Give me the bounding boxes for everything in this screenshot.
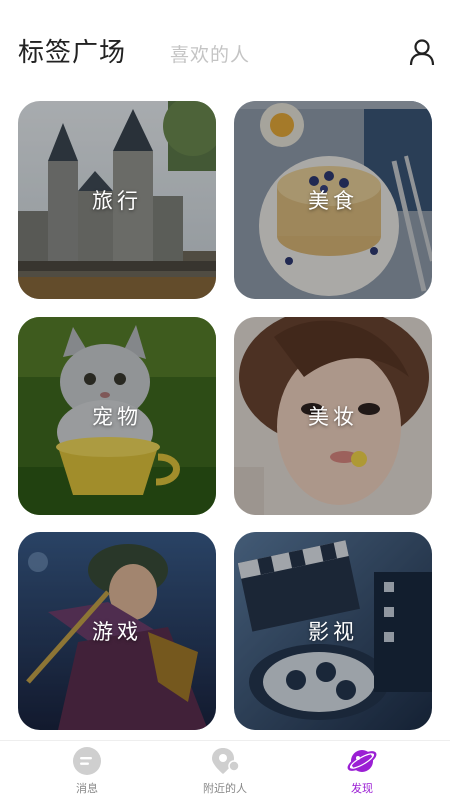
nav-item-messages[interactable]: 消息	[12, 741, 162, 799]
category-card-makeup[interactable]: 美妆	[234, 317, 432, 515]
message-icon	[73, 747, 101, 775]
category-label-food: 美食	[308, 189, 358, 213]
nav-label-messages: 消息	[76, 782, 98, 795]
category-card-game[interactable]: 游戏	[18, 532, 216, 730]
category-card-food[interactable]: 美食	[234, 101, 432, 299]
nav-item-discover[interactable]: 发现	[287, 741, 437, 799]
nav-label-nearby: 附近的人	[203, 782, 247, 795]
category-label-makeup: 美妆	[308, 405, 358, 429]
category-label-pet: 宠物	[92, 405, 142, 429]
planet-icon	[347, 750, 377, 772]
category-label-travel: 旅行	[92, 189, 142, 213]
nav-label-discover: 发现	[351, 782, 373, 795]
location-pin-icon	[212, 748, 240, 774]
category-grid: 旅行 美食 宠物 美妆 游戏 影视	[0, 0, 450, 740]
category-card-pet[interactable]: 宠物	[18, 317, 216, 515]
category-card-film[interactable]: 影视	[234, 532, 432, 730]
category-label-game: 游戏	[92, 620, 142, 644]
category-label-film: 影视	[308, 620, 358, 644]
nav-item-nearby[interactable]: 附近的人	[150, 741, 300, 799]
category-card-travel[interactable]: 旅行	[18, 101, 216, 299]
bottom-nav: 消息 附近的人 发现	[0, 740, 450, 799]
